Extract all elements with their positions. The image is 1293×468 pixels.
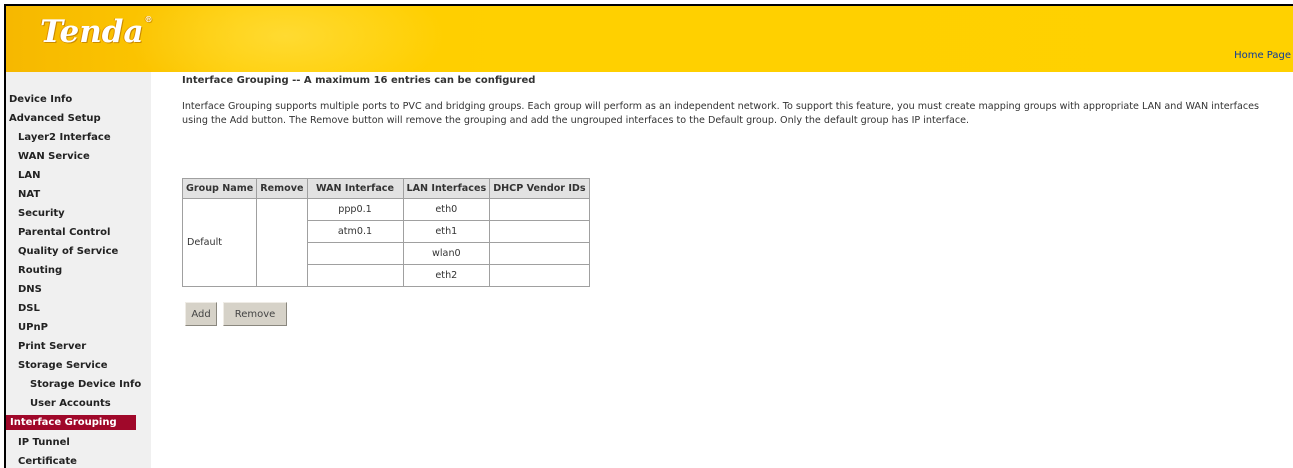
header-remove: Remove: [256, 178, 308, 199]
lan-interface-cell: eth0: [402, 198, 491, 221]
wan-interface-cell: atm0.1: [306, 220, 404, 243]
wan-interface-cell: [306, 242, 404, 265]
header-group-name: Group Name: [181, 178, 258, 199]
wan-interface-cell: [306, 264, 404, 287]
remove-button[interactable]: Remove: [223, 302, 287, 326]
sidebar-nav: Device Info Advanced Setup Layer2 Interf…: [6, 72, 151, 468]
sidebar-item-parental-control[interactable]: Parental Control: [6, 223, 151, 242]
sidebar-item-nat[interactable]: NAT: [6, 185, 151, 204]
sidebar-item-print-server[interactable]: Print Server: [6, 337, 151, 356]
sidebar-item-ip-tunnel[interactable]: IP Tunnel: [6, 433, 151, 452]
table-row: Default ppp0.1 eth0: [181, 198, 590, 287]
sidebar-item-interface-grouping[interactable]: Interface Grouping: [6, 415, 136, 430]
dhcp-vendor-cell: [489, 264, 590, 287]
home-page-link[interactable]: Home Page: [1234, 50, 1291, 61]
sidebar-item-security[interactable]: Security: [6, 204, 151, 223]
sidebar-item-dns[interactable]: DNS: [6, 280, 151, 299]
interface-grouping-table: Group Name Remove WAN Interface LAN Inte…: [181, 178, 590, 287]
sidebar-item-certificate[interactable]: Certificate: [6, 452, 151, 468]
table-header-row: Group Name Remove WAN Interface LAN Inte…: [181, 178, 590, 199]
wan-interface-cell: ppp0.1: [306, 198, 404, 221]
sidebar-item-quality-of-service[interactable]: Quality of Service: [6, 242, 151, 261]
header-glow: [126, 6, 446, 72]
sidebar-item-routing[interactable]: Routing: [6, 261, 151, 280]
sidebar-item-upnp[interactable]: UPnP: [6, 318, 151, 337]
sidebar-item-lan[interactable]: LAN: [6, 166, 151, 185]
lan-interface-cell: eth2: [402, 264, 491, 287]
sidebar-item-storage-service[interactable]: Storage Service: [6, 356, 151, 375]
dhcp-vendor-cell: [489, 242, 590, 265]
router-admin-window: Tenda® Home Page Device Info Advanced Se…: [4, 4, 1293, 468]
remove-cell: [256, 198, 308, 287]
sidebar-item-advanced-setup[interactable]: Advanced Setup: [6, 109, 151, 128]
header-banner: Tenda® Home Page: [6, 6, 1293, 72]
header-wan-interface: WAN Interface: [306, 178, 404, 199]
sidebar-item-device-info[interactable]: Device Info: [6, 90, 151, 109]
page-description: Interface Grouping supports multiple por…: [182, 101, 1259, 126]
dhcp-vendor-cell: [489, 220, 590, 243]
page-title: Interface Grouping -- A maximum 16 entri…: [182, 75, 536, 86]
header-dhcp-vendor-ids: DHCP Vendor IDs: [489, 178, 590, 199]
lan-interface-cell: eth1: [402, 220, 491, 243]
sidebar-item-dsl[interactable]: DSL: [6, 299, 151, 318]
header-lan-interfaces: LAN Interfaces: [402, 178, 491, 199]
dhcp-vendor-cell: [489, 198, 590, 221]
add-button[interactable]: Add: [185, 302, 217, 326]
sidebar-item-user-accounts[interactable]: User Accounts: [6, 394, 151, 413]
tenda-logo: Tenda®: [40, 14, 153, 50]
group-name-cell: Default: [181, 198, 258, 287]
sidebar-item-storage-device-info[interactable]: Storage Device Info: [6, 375, 151, 394]
sidebar-item-wan-service[interactable]: WAN Service: [6, 147, 151, 166]
sidebar-item-layer2-interface[interactable]: Layer2 Interface: [6, 128, 151, 147]
lan-interface-cell: wlan0: [402, 242, 491, 265]
